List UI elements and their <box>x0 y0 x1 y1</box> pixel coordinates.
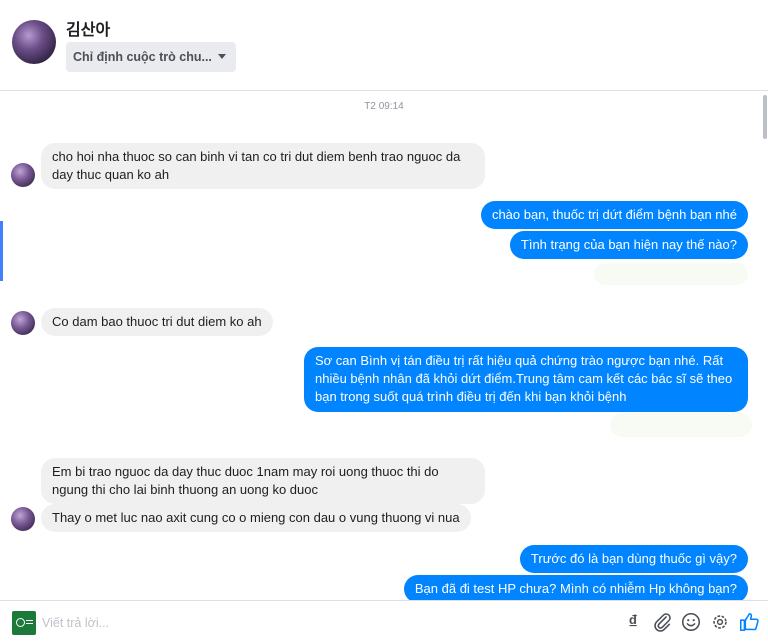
sender-avatar[interactable] <box>11 311 35 335</box>
message-placeholder <box>594 263 748 285</box>
message-composer: ₫ <box>0 600 768 644</box>
page-logo <box>12 611 36 635</box>
message-placeholder <box>610 413 752 437</box>
currency-icon[interactable]: ₫ <box>622 611 644 633</box>
incoming-message[interactable]: cho hoi nha thuoc so can binh vi tan co … <box>41 143 485 189</box>
thread-accent-bar <box>0 221 3 281</box>
settings-icon[interactable] <box>709 611 731 633</box>
outgoing-message[interactable]: Tình trạng của bạn hiện nay thế nào? <box>509 231 748 259</box>
caret-down-icon <box>218 54 226 59</box>
conversation-header: 김산아 Chỉ định cuộc trò chu... <box>0 0 768 90</box>
message-thread[interactable]: T2 09:14 cho hoi nha thuoc so can binh v… <box>0 90 768 603</box>
outgoing-message[interactable]: Bạn đã đi test HP chưa? Mình có nhiễm Hp… <box>403 575 748 603</box>
incoming-message[interactable]: Co dam bao thuoc tri dut diem ko ah <box>41 308 273 336</box>
attachment-icon[interactable] <box>651 611 673 633</box>
incoming-message[interactable]: Thay o met luc nao axit cung co o mieng … <box>41 504 471 532</box>
assign-conversation-label: Chỉ định cuộc trò chu... <box>73 50 212 64</box>
outgoing-message[interactable]: Sơ can Bình vị tán điều trị rất hiệu quả… <box>304 347 748 412</box>
message-timestamp: T2 09:14 <box>364 101 404 112</box>
contact-name[interactable]: 김산아 <box>66 16 110 40</box>
assign-conversation-dropdown[interactable]: Chỉ định cuộc trò chu... <box>66 42 236 72</box>
sender-avatar[interactable] <box>11 507 35 531</box>
currency-symbol: ₫ <box>628 612 638 632</box>
outgoing-message[interactable]: Trước đó là bạn dùng thuốc gì vậy? <box>519 545 748 573</box>
incoming-message[interactable]: Em bi trao nguoc da day thuc duoc 1nam m… <box>41 458 485 504</box>
emoji-icon[interactable] <box>680 611 702 633</box>
contact-avatar[interactable] <box>12 20 56 64</box>
sender-avatar[interactable] <box>11 163 35 187</box>
like-icon[interactable] <box>738 611 760 633</box>
outgoing-message[interactable]: chào bạn, thuốc trị dứt điểm bệnh bạn nh… <box>480 201 748 229</box>
reply-input[interactable] <box>42 614 242 632</box>
scrollbar[interactable] <box>762 91 768 600</box>
